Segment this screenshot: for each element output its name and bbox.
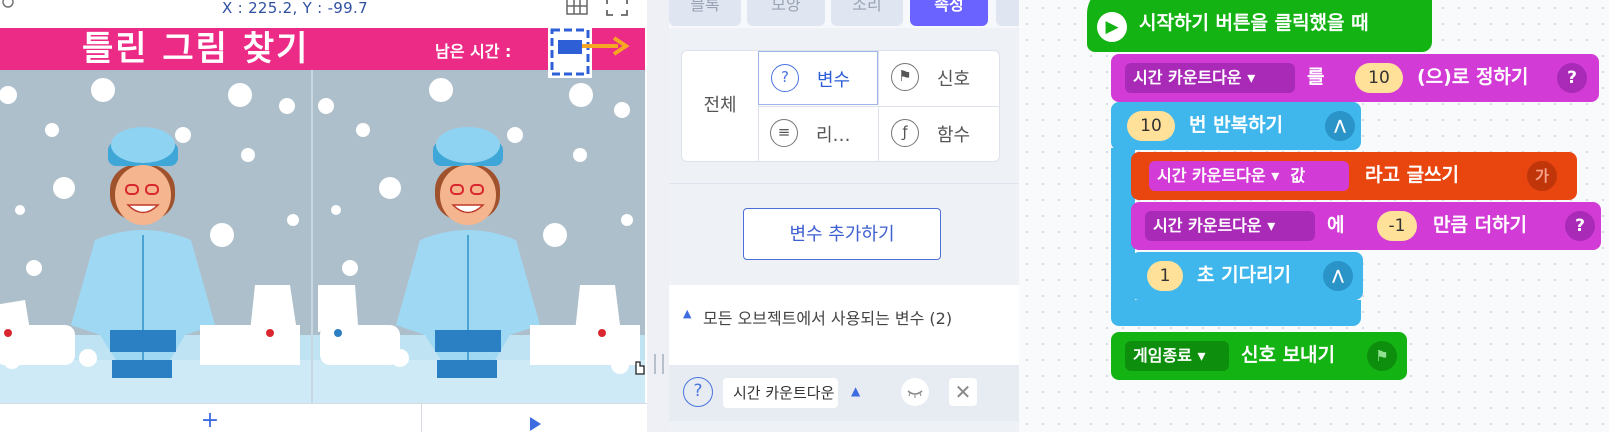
play-icon	[530, 417, 541, 431]
variable-dropdown[interactable]: 시간 카운트다운 ▾	[1125, 63, 1295, 93]
variable-row[interactable]: ? 시간 카운트다운 ▲ ✕	[669, 365, 1039, 421]
stage-canvas[interactable]: 틀린 그림 찾기 남은 시간 :	[0, 28, 645, 403]
game-banner: 틀린 그림 찾기 남은 시간 :	[0, 28, 645, 78]
variable-section-title: 모든 오브젝트에서 사용되는 변수 (2)	[703, 309, 953, 328]
filter-signals[interactable]: ⚑ 신호	[878, 51, 999, 105]
expand-icon[interactable]: ▲	[851, 384, 860, 398]
timer-sprite[interactable]	[548, 28, 638, 78]
filter-label: 신호	[937, 69, 971, 90]
variable-dropdown[interactable]: 시간 카운트다운 ▾	[1145, 211, 1315, 241]
dropdown-label: 시간 카운트다운	[1153, 216, 1262, 235]
filter-all[interactable]: 전체	[682, 51, 759, 161]
variable-value-block[interactable]: 시간 카운트다운 ▾ 값	[1149, 161, 1349, 191]
filter-label: 함수	[937, 125, 971, 146]
wait-seconds-input[interactable]: 1	[1147, 261, 1183, 291]
winter-scene-image	[0, 70, 645, 403]
value-input[interactable]: -1	[1377, 211, 1417, 241]
block-label: 번 반복하기	[1189, 114, 1284, 136]
mouse-coordinates: X : 225.2, Y : -99.7	[222, 0, 368, 17]
property-filter: 전체 ? 변수 ⚑ 신호 ≡ 리… ƒ 함수	[681, 50, 1000, 162]
value-input[interactable]: 10	[1355, 63, 1403, 93]
visibility-icon[interactable]	[901, 378, 929, 406]
flow-icon: ⋀	[1325, 111, 1355, 141]
play-icon: ▶	[1097, 12, 1127, 42]
stage-panel: X : 225.2, Y : -99.7 틀린 그림 찾기 남은 시간: +	[0, 0, 647, 432]
write-text-block[interactable]: 시간 카운트다운 ▾ 값 라고 글쓰기 가	[1131, 152, 1577, 200]
looks-icon: 가	[1527, 161, 1557, 191]
dropdown-label: 시간 카운트다운	[1133, 68, 1242, 87]
tab-bar: 블록 모양 소리 속성 테이블	[669, 0, 1086, 28]
block-label: 라고 글쓰기	[1365, 164, 1460, 186]
wait-block[interactable]: 1 초 기다리기 ⋀	[1131, 252, 1363, 300]
set-variable-block[interactable]: 시간 카운트다운 ▾ 를 10 (으)로 정하기 ?	[1111, 54, 1599, 102]
value-label: 값	[1290, 166, 1306, 185]
question-icon: ?	[683, 377, 713, 407]
repeat-block[interactable]: 10 번 반복하기 ⋀	[1111, 102, 1361, 150]
change-variable-block[interactable]: 시간 카운트다운 ▾ 에 -1 만큼 더하기 ?	[1131, 202, 1601, 250]
filter-lists[interactable]: ≡ 리…	[758, 106, 878, 161]
question-icon: ?	[771, 64, 799, 92]
filter-label: 변수	[817, 70, 851, 91]
start-hat-block[interactable]: ▶ 시작하기 버튼을 클릭했을 때	[1087, 0, 1432, 52]
run-button[interactable]	[421, 404, 647, 432]
tab-shapes[interactable]: 모양	[747, 0, 825, 26]
divider	[669, 183, 1019, 184]
repeat-count-input[interactable]: 10	[1127, 111, 1175, 141]
add-object-button[interactable]: +	[0, 404, 420, 432]
timer-label: 남은 시간 :	[435, 42, 512, 61]
block-label: 시작하기 버튼을 클릭했을 때	[1139, 12, 1369, 34]
filter-variables[interactable]: ? 변수	[758, 51, 878, 105]
code-workspace[interactable]: ▶ 시작하기 버튼을 클릭했을 때 시간 카운트다운 ▾ 를 10 (으)로 정…	[1019, 0, 1609, 432]
block-label: 신호 보내기	[1241, 344, 1336, 366]
stage-footer: +	[0, 403, 647, 432]
cursor-icon	[635, 361, 645, 375]
variable-section-header[interactable]: ▲ 모든 오브젝트에서 사용되는 변수 (2)	[669, 285, 1019, 365]
broadcast-block[interactable]: 게임종료 ▾ 신호 보내기 ⚑	[1111, 332, 1407, 380]
resize-handle[interactable]	[654, 354, 664, 374]
block-label: 를	[1307, 66, 1325, 88]
question-icon: ?	[1557, 63, 1587, 93]
dropdown-label: 게임종료	[1133, 346, 1192, 365]
properties-panel: 전체 ? 변수 ⚑ 신호 ≡ 리… ƒ 함수 변수 추가하기 ▲ 모든 오브젝트…	[669, 28, 1039, 432]
block-label: 에	[1327, 214, 1345, 236]
tab-blocks[interactable]: 블록	[669, 0, 741, 26]
function-icon: ƒ	[891, 119, 919, 147]
game-title: 틀린 그림 찾기	[82, 29, 310, 69]
cursor-mode-icon[interactable]	[2, 0, 16, 12]
block-label: 초 기다리기	[1197, 264, 1292, 286]
flow-icon: ⋀	[1323, 261, 1353, 291]
panel-divider[interactable]	[647, 0, 669, 432]
list-icon: ≡	[770, 119, 798, 147]
filter-label: 리…	[816, 125, 851, 146]
grid-icon[interactable]	[566, 0, 588, 16]
dropdown-label: 시간 카운트다운	[1157, 166, 1266, 185]
filter-functions[interactable]: ƒ 함수	[878, 106, 999, 161]
add-variable-button[interactable]: 변수 추가하기	[743, 208, 941, 260]
signal-dropdown[interactable]: 게임종료 ▾	[1125, 341, 1229, 371]
block-label: (으)로 정하기	[1417, 66, 1529, 88]
flag-icon: ⚑	[1367, 341, 1397, 371]
collapse-icon: ▲	[683, 307, 692, 320]
signal-icon: ⚑	[891, 63, 919, 91]
repeat-block-end	[1111, 300, 1361, 326]
variable-name-field[interactable]: 시간 카운트다운	[723, 378, 838, 408]
question-icon: ?	[1565, 211, 1595, 241]
delete-icon[interactable]: ✕	[949, 378, 977, 406]
fullscreen-icon[interactable]	[606, 0, 628, 16]
tab-sounds[interactable]: 소리	[831, 0, 903, 26]
tab-properties[interactable]: 속성	[910, 0, 988, 26]
block-label: 만큼 더하기	[1433, 214, 1528, 236]
stage-topbar: X : 225.2, Y : -99.7	[0, 0, 647, 28]
